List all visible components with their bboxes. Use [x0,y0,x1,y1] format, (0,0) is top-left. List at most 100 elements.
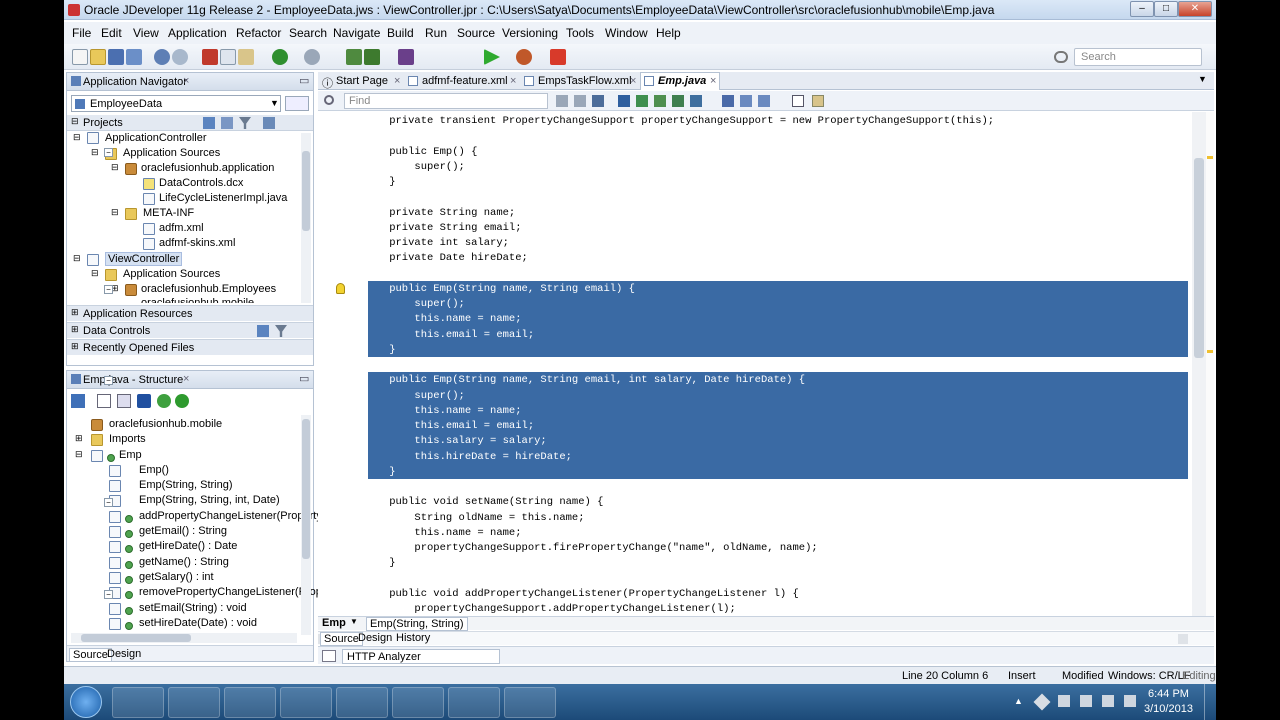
close-tab-icon[interactable]: × [710,75,716,87]
scrollbar-thumb[interactable] [1194,158,1204,358]
breadcrumb-method[interactable]: Emp(String, String) [366,617,468,631]
refresh-icon[interactable] [203,117,215,129]
collapse-icon[interactable]: ⊟ [75,449,83,460]
tab-history[interactable]: History [396,632,430,644]
menu-versioning[interactable]: Versioning [502,26,558,40]
find-input[interactable]: Find [344,93,548,109]
volume-icon[interactable] [1124,695,1136,707]
fold-collapse-icon[interactable]: − [104,284,113,294]
scrollbar-thumb[interactable] [81,634,191,642]
clock-time[interactable]: 6:44 PM [1148,688,1189,700]
tab-emps-taskflow[interactable]: EmpsTaskFlow.xml [538,75,632,87]
file-explorer-icon[interactable] [168,687,220,718]
structure-item[interactable]: oraclefusionhub.mobile [109,418,222,430]
open-icon[interactable] [90,49,106,65]
code-line[interactable]: public void addPropertyChangeListener(Pr… [364,588,799,600]
find-previous-icon[interactable] [556,95,568,107]
menu-navigate[interactable]: Navigate [333,26,380,40]
scrollbar-thumb[interactable] [302,151,310,231]
collapse-icon[interactable]: ⊟ [91,147,99,158]
menu-build[interactable]: Build [387,26,414,40]
scrollbar-thumb[interactable] [302,419,310,559]
refresh-icon[interactable] [257,325,269,337]
tray-expand-icon[interactable]: ▲ [1014,696,1024,706]
structure-item[interactable]: getEmail() : String [139,525,227,537]
working-sets-icon[interactable] [263,117,275,129]
tree-item[interactable]: adfm.xml [159,222,204,234]
code-line[interactable]: } [364,557,395,569]
structure-title[interactable]: Emp.java - Structure [83,374,183,386]
code-line[interactable]: } [364,176,395,188]
show-public-icon[interactable] [157,394,171,408]
deploy-icon[interactable] [398,49,414,65]
format-icon[interactable] [636,95,648,107]
code-line[interactable]: this.email = email; [364,420,534,432]
show-inherited-icon[interactable] [175,394,189,408]
show-fields-icon[interactable] [97,394,111,408]
collapse-icon[interactable]: ⊟ [73,253,81,264]
code-line[interactable]: this.email = email; [364,329,534,341]
menu-refactor[interactable]: Refactor [236,26,281,40]
history-icon[interactable] [812,95,824,107]
editor-vscrollbar[interactable] [1192,112,1206,616]
outdent-icon[interactable] [672,95,684,107]
tree-item[interactable]: Application Sources [123,268,220,280]
tree-item[interactable]: LifeCycleListenerImpl.java [159,192,287,204]
code-line[interactable]: this.name = name; [364,405,521,417]
accordion-data-controls[interactable]: ⊞ Data Controls [67,322,313,338]
close-tab-icon[interactable]: × [183,75,189,87]
code-line[interactable]: super(); [364,161,464,173]
menu-view[interactable]: View [133,26,159,40]
structure-item[interactable]: removePropertyChangeListener(Prop [139,586,322,598]
rebuild-icon[interactable] [364,49,380,65]
application-selector[interactable]: EmployeeData ▼ [71,95,281,112]
jdeveloper-taskbar-icon[interactable] [336,687,388,718]
minimize-button[interactable]: – [1130,1,1154,17]
scroll-right-icon[interactable] [1178,634,1188,644]
code-editor[interactable]: private transient PropertyChangeSupport … [318,112,1192,616]
structure-item[interactable]: getHireDate() : Date [139,540,237,552]
back-icon[interactable] [272,49,288,65]
comment-icon[interactable] [690,95,702,107]
tree-item[interactable]: ApplicationController [105,132,207,144]
menu-help[interactable]: Help [656,26,681,40]
internet-explorer-icon[interactable] [112,687,164,718]
next-bookmark-icon[interactable] [758,95,770,107]
find-next-icon[interactable] [574,95,586,107]
tree-item[interactable]: META-INF [143,207,194,219]
code-line[interactable]: this.name = name; [364,527,521,539]
code-line[interactable]: private Date hireDate; [364,252,528,264]
android-icon[interactable] [504,687,556,718]
collapse-icon[interactable]: ⊟ [111,162,119,173]
spreadsheet-icon[interactable] [392,687,444,718]
accordion-app-resources[interactable]: ⊞ Application Resources [67,305,313,321]
breadcrumb-class[interactable]: Emp [322,617,346,629]
menu-window[interactable]: Window [605,26,648,40]
tree-item[interactable]: adfmf-skins.xml [159,237,235,249]
code-line[interactable]: this.hireDate = hireDate; [364,451,572,463]
download-icon[interactable] [448,687,500,718]
structure-item[interactable]: getSalary() : int [139,571,214,583]
code-line[interactable]: super(); [364,298,464,310]
application-menu-button[interactable] [285,96,309,111]
accordion-recent-files[interactable]: ⊞ Recently Opened Files [67,339,313,355]
code-line[interactable]: propertyChangeSupport.firePropertyChange… [364,542,817,554]
save-icon[interactable] [108,49,124,65]
structure-hscrollbar[interactable] [71,633,297,643]
code-line[interactable]: public Emp(String name, String email, in… [364,374,805,386]
structure-item[interactable]: setHireDate(Date) : void [139,617,257,629]
code-line[interactable]: String oldName = this.name; [364,512,584,524]
collapse-icon[interactable]: ⊟ [71,116,79,127]
code-line[interactable]: } [364,466,395,478]
collapse-icon[interactable]: ⊟ [111,207,119,218]
code-line[interactable]: private transient PropertyChangeSupport … [364,115,994,127]
close-tab-icon[interactable]: × [183,373,189,385]
chevron-down-icon[interactable]: ▼ [350,617,358,626]
global-search-input[interactable]: Search [1074,48,1202,66]
paste-icon[interactable] [238,49,254,65]
structure-item[interactable]: Emp(String, String, int, Date) [139,494,280,506]
sort-icon[interactable] [71,394,85,408]
tab-emp-java[interactable]: Emp.java [658,75,706,87]
start-button[interactable] [70,686,102,718]
clock-date[interactable]: 3/10/2013 [1144,703,1193,715]
